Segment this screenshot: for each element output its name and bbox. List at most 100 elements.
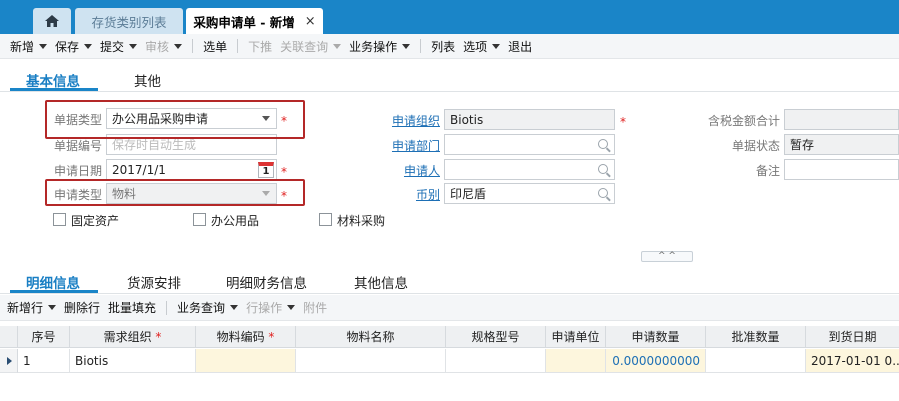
cell-approved-qty[interactable] <box>706 349 806 373</box>
select-bill-button[interactable]: 选单 <box>199 38 231 55</box>
active-tab-underline <box>10 88 98 91</box>
tab-label: 采购申请单 - 新增 <box>193 14 295 30</box>
column-header-material-name[interactable]: 物料名称 <box>296 326 446 348</box>
currency-value: 印尼盾 <box>450 187 487 201</box>
column-header-seq[interactable]: 序号 <box>18 326 70 348</box>
column-header-label: 规格型号 <box>471 330 520 344</box>
new-label: 新增 <box>10 39 35 54</box>
search-icon[interactable] <box>598 139 608 149</box>
currency-label[interactable]: 币别 <box>380 186 440 203</box>
row-selector-icon[interactable] <box>0 349 18 373</box>
row-ops-label: 行操作 <box>246 301 283 315</box>
column-header-request-qty[interactable]: 申请数量 <box>606 326 706 348</box>
add-row-label: 新增行 <box>7 301 44 315</box>
close-icon[interactable]: × <box>305 14 316 29</box>
row-ops-button[interactable]: 行操作 <box>242 299 299 316</box>
cell-material-name[interactable] <box>296 349 446 373</box>
req-org-label[interactable]: 申请组织 <box>380 112 440 129</box>
req-org-value: Biotis <box>450 112 484 127</box>
tab-inventory-category-list[interactable]: 存货类别列表 <box>75 8 183 34</box>
cell-spec[interactable] <box>446 349 546 373</box>
attachment-button[interactable]: 附件 <box>299 299 331 316</box>
remark-label: 备注 <box>755 164 780 178</box>
push-down-button[interactable]: 下推 <box>244 38 276 55</box>
cell-seq[interactable]: 1 <box>18 349 70 373</box>
new-button[interactable]: 新增 <box>6 38 51 55</box>
chevron-down-icon <box>230 305 239 310</box>
add-row-button[interactable]: 新增行 <box>3 299 60 316</box>
column-header-demand-org[interactable]: 需求组织 * <box>70 326 196 348</box>
save-label: 保存 <box>55 39 80 54</box>
req-dept-label[interactable]: 申请部门 <box>380 137 440 154</box>
status-value: 暂存 <box>790 138 815 152</box>
column-header-spec[interactable]: 规格型号 <box>446 326 546 348</box>
request-date-label: 申请日期 <box>53 164 102 178</box>
delete-row-button[interactable]: 删除行 <box>60 299 104 316</box>
request-date-value: 2017/1/1 <box>112 162 166 177</box>
submit-button[interactable]: 提交 <box>96 38 141 55</box>
column-header-material-code[interactable]: 物料编码 * <box>196 326 296 348</box>
section-tabs: 基本信息 其他 <box>0 64 899 92</box>
office-supplies-label: 办公用品 <box>211 214 260 228</box>
tab-label: 存货类别列表 <box>91 14 167 30</box>
tab-home[interactable] <box>33 8 71 34</box>
related-query-button[interactable]: 关联查询 <box>276 38 345 55</box>
chevron-down-icon <box>174 43 183 49</box>
business-query-label: 业务查询 <box>177 301 226 315</box>
column-header-label: 物料名称 <box>346 330 395 344</box>
column-header-arrival-date[interactable]: 到货日期 <box>806 326 899 348</box>
batch-fill-button[interactable]: 批量填充 <box>104 299 160 316</box>
cell-demand-org[interactable]: Biotis <box>70 349 196 373</box>
detail-tabs: 明细信息 货源安排 明细财务信息 其他信息 <box>0 268 899 294</box>
review-button[interactable]: 审核 <box>141 38 186 55</box>
tab-basic-info[interactable]: 基本信息 <box>26 70 80 90</box>
tab-detail-finance[interactable]: 明细财务信息 <box>226 272 307 292</box>
column-header-approved-qty[interactable]: 批准数量 <box>706 326 806 348</box>
remark-field[interactable] <box>784 159 899 180</box>
list-button[interactable]: 列表 <box>427 38 459 55</box>
search-icon[interactable] <box>598 164 608 174</box>
req-dept-field[interactable] <box>444 134 615 155</box>
main-toolbar: 新增 保存 提交 审核 选单 下推 关联查询 业务操作 列表 选项 退出 <box>0 34 899 59</box>
material-purchase-label: 材料采购 <box>337 214 386 228</box>
cell-request-qty[interactable]: 0.0000000000 <box>606 349 706 373</box>
submit-label: 提交 <box>100 39 125 54</box>
calendar-icon[interactable]: 1 <box>258 162 274 178</box>
business-ops-button[interactable]: 业务操作 <box>345 38 414 55</box>
currency-field[interactable]: 印尼盾 <box>444 183 615 204</box>
chevron-down-icon <box>39 43 48 49</box>
column-header-label: 物料编码 <box>216 330 265 344</box>
chevron-down-icon <box>84 43 93 49</box>
save-button[interactable]: 保存 <box>51 38 96 55</box>
required-mark: * <box>268 329 275 344</box>
business-query-button[interactable]: 业务查询 <box>173 299 242 316</box>
toolbar-divider <box>166 300 168 315</box>
column-header-label: 申请数量 <box>631 330 680 344</box>
tab-detail-info[interactable]: 明细信息 <box>26 272 80 292</box>
highlight-box-request-kind <box>45 179 305 206</box>
requester-label[interactable]: 申请人 <box>380 162 440 179</box>
cell-arrival-date[interactable]: 2017-01-01 0... <box>806 349 899 373</box>
exit-button[interactable]: 退出 <box>504 38 536 55</box>
options-button[interactable]: 选项 <box>459 38 504 55</box>
tab-other[interactable]: 其他 <box>134 70 161 90</box>
req-org-field[interactable]: Biotis <box>444 109 615 130</box>
requester-field[interactable] <box>444 159 615 180</box>
column-header-unit[interactable]: 申请单位 <box>546 326 606 348</box>
business-ops-label: 业务操作 <box>349 39 398 54</box>
tab-source-arrangement[interactable]: 货源安排 <box>127 272 181 292</box>
toolbar-divider <box>192 39 194 53</box>
home-icon <box>45 15 59 27</box>
cell-material-code[interactable] <box>196 349 296 373</box>
tab-other-info[interactable]: 其他信息 <box>354 272 408 292</box>
cell-unit[interactable] <box>546 349 606 373</box>
chevron-down-icon <box>492 43 501 49</box>
review-label: 审核 <box>145 39 170 54</box>
fixed-assets-checkbox[interactable] <box>53 213 66 226</box>
material-purchase-checkbox[interactable] <box>319 213 332 226</box>
tab-purchase-request-new[interactable]: 采购申请单 - 新增 × <box>186 8 323 34</box>
search-icon[interactable] <box>598 188 608 198</box>
request-date-field[interactable]: 2017/1/1 1 <box>106 159 277 180</box>
office-supplies-checkbox[interactable] <box>193 213 206 226</box>
collapse-toggle[interactable]: ^ ^ <box>641 251 693 262</box>
